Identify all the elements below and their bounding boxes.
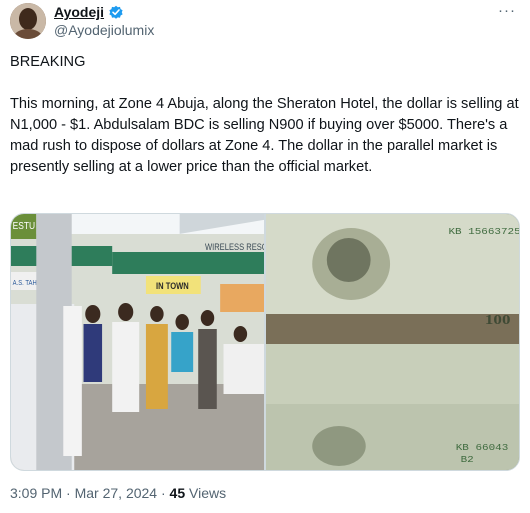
media-grid: ESTU IN TOWN WIRELESS RESO A.S. TAHIR KB…: [10, 213, 520, 471]
tweet-text: BREAKING This morning, at Zone 4 Abuja, …: [10, 52, 520, 178]
denomination: 100: [485, 312, 511, 327]
tweet-time[interactable]: 3:09 PM: [10, 485, 62, 501]
tweet-meta: 3:09 PM · Mar 27, 2024 · 45 Views: [10, 485, 226, 501]
sign-wireless: WIRELESS RESO: [205, 241, 264, 252]
meta-separator: ·: [66, 485, 71, 501]
views-label: Views: [189, 485, 227, 501]
author-name-row: Ayodeji: [54, 4, 124, 20]
verified-badge-icon: [108, 4, 124, 20]
more-options-icon[interactable]: ···: [498, 2, 516, 19]
sign-estu: ESTU: [13, 220, 35, 231]
sign-in-town: IN TOWN: [156, 280, 189, 291]
meta-separator-2: ·: [160, 485, 166, 501]
tweet-headline: BREAKING: [10, 54, 86, 70]
author-display-name[interactable]: Ayodeji: [54, 4, 104, 20]
tweet-date[interactable]: Mar 27, 2024: [75, 485, 158, 501]
tweet-body: This morning, at Zone 4 Abuja, along the…: [10, 96, 519, 175]
serial-suffix: B2: [461, 456, 474, 466]
views-count: 45: [169, 485, 186, 501]
photo-street-scene[interactable]: ESTU IN TOWN WIRELESS RESO A.S. TAHIR: [11, 214, 264, 470]
serial-bottom: KB 66043: [456, 444, 509, 454]
avatar[interactable]: [10, 3, 46, 39]
author-handle[interactable]: @Ayodejiolumix: [54, 22, 154, 38]
photo-dollar-bills[interactable]: KB 15663725 E 100 KB 66043 B2: [266, 214, 519, 470]
serial-top: KB 15663725 E: [448, 228, 519, 238]
